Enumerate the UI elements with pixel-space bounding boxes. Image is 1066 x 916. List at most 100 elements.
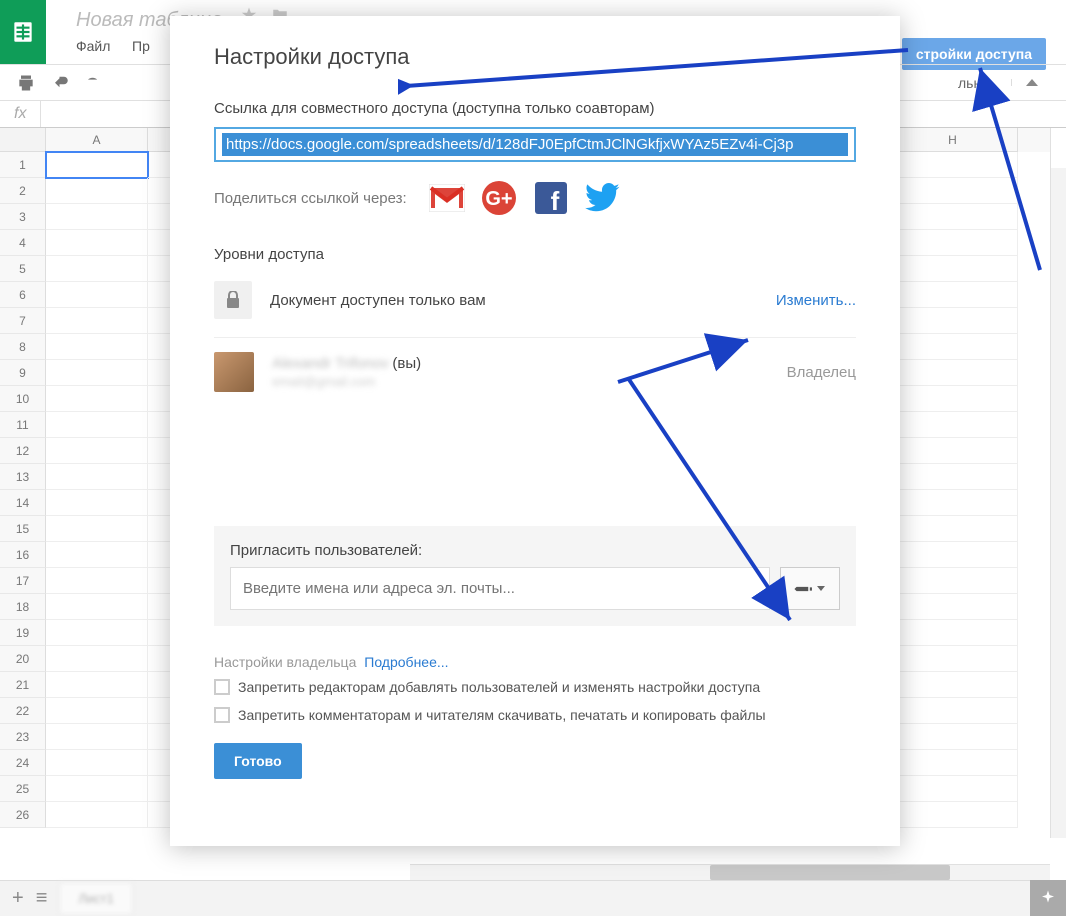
row-header[interactable]: 16 bbox=[0, 542, 46, 568]
access-private-row: Документ доступен только вам Изменить... bbox=[214, 263, 856, 338]
checkbox-restrict-editors[interactable] bbox=[214, 679, 230, 695]
twitter-icon[interactable] bbox=[585, 180, 621, 216]
row-header[interactable]: 2 bbox=[0, 178, 46, 204]
owner-role: Владелец bbox=[787, 364, 856, 381]
checkbox-restrict-editors-label: Запретить редакторам добавлять пользоват… bbox=[238, 678, 760, 698]
row-header[interactable]: 23 bbox=[0, 724, 46, 750]
cell[interactable] bbox=[46, 724, 148, 750]
share-link-label: Ссылка для совместного доступа (доступна… bbox=[214, 100, 856, 117]
row-header[interactable]: 21 bbox=[0, 672, 46, 698]
cell[interactable] bbox=[46, 334, 148, 360]
cell[interactable] bbox=[46, 750, 148, 776]
row-header[interactable]: 8 bbox=[0, 334, 46, 360]
googleplus-icon[interactable]: G+ bbox=[481, 180, 517, 216]
row-header[interactable]: 20 bbox=[0, 646, 46, 672]
cell[interactable] bbox=[46, 516, 148, 542]
menu-edit-partial[interactable]: Пр bbox=[132, 38, 150, 54]
access-levels-title: Уровни доступа bbox=[214, 246, 856, 263]
gmail-icon[interactable] bbox=[429, 180, 465, 216]
row-header[interactable]: 15 bbox=[0, 516, 46, 542]
undo-icon[interactable] bbox=[52, 73, 72, 93]
row-header[interactable]: 9 bbox=[0, 360, 46, 386]
row-header[interactable]: 13 bbox=[0, 464, 46, 490]
cell[interactable] bbox=[46, 594, 148, 620]
row-header[interactable]: 24 bbox=[0, 750, 46, 776]
cell[interactable] bbox=[46, 308, 148, 334]
lock-icon bbox=[214, 281, 252, 319]
invite-section: Пригласить пользователей: bbox=[214, 526, 856, 626]
invite-input[interactable] bbox=[230, 567, 770, 610]
facebook-icon[interactable]: f bbox=[533, 180, 569, 216]
owner-settings-label: Настройки владельца bbox=[214, 654, 356, 670]
row-header[interactable]: 4 bbox=[0, 230, 46, 256]
share-via-label: Поделиться ссылкой через: bbox=[214, 190, 407, 207]
cell[interactable] bbox=[46, 412, 148, 438]
owner-row: Alexandr Trifonov (вы) email@gmail.com В… bbox=[214, 338, 856, 406]
redo-partial[interactable] bbox=[88, 73, 98, 93]
sheet-tabs: + ≡ Лист1 bbox=[0, 880, 1066, 916]
row-header[interactable]: 14 bbox=[0, 490, 46, 516]
cell[interactable] bbox=[46, 256, 148, 282]
cell[interactable] bbox=[46, 776, 148, 802]
cell[interactable] bbox=[46, 386, 148, 412]
row-header[interactable]: 1 bbox=[0, 152, 46, 178]
row-header[interactable]: 3 bbox=[0, 204, 46, 230]
cell[interactable] bbox=[46, 490, 148, 516]
toolbar-right-text[interactable]: льно bbox=[958, 75, 989, 91]
cell[interactable] bbox=[46, 360, 148, 386]
cell[interactable] bbox=[46, 568, 148, 594]
permission-dropdown[interactable] bbox=[780, 567, 840, 610]
cell[interactable] bbox=[46, 464, 148, 490]
row-header[interactable]: 19 bbox=[0, 620, 46, 646]
scrollbar-horizontal[interactable] bbox=[410, 864, 1050, 880]
cell[interactable] bbox=[46, 178, 148, 204]
checkbox-restrict-download[interactable] bbox=[214, 707, 230, 723]
checkbox-restrict-download-label: Запретить комментаторам и читателям скач… bbox=[238, 706, 766, 726]
avatar bbox=[214, 352, 254, 392]
row-header[interactable]: 11 bbox=[0, 412, 46, 438]
col-header-h[interactable]: H bbox=[888, 128, 1018, 152]
done-button[interactable]: Готово bbox=[214, 743, 302, 779]
dialog-title: Настройки доступа bbox=[214, 44, 856, 70]
add-sheet-icon[interactable]: + bbox=[12, 887, 24, 910]
all-sheets-icon[interactable]: ≡ bbox=[36, 887, 48, 910]
invite-label: Пригласить пользователей: bbox=[230, 542, 840, 559]
row-header[interactable]: 18 bbox=[0, 594, 46, 620]
col-header-a[interactable]: A bbox=[46, 128, 148, 152]
row-header[interactable]: 25 bbox=[0, 776, 46, 802]
row-header[interactable]: 12 bbox=[0, 438, 46, 464]
cell[interactable] bbox=[46, 698, 148, 724]
cell[interactable] bbox=[46, 672, 148, 698]
learn-more-link[interactable]: Подробнее... bbox=[364, 654, 448, 670]
row-header[interactable]: 22 bbox=[0, 698, 46, 724]
row-header[interactable]: 6 bbox=[0, 282, 46, 308]
row-header[interactable]: 17 bbox=[0, 568, 46, 594]
cell[interactable] bbox=[46, 620, 148, 646]
fx-label: fx bbox=[0, 101, 41, 127]
row-header[interactable]: 5 bbox=[0, 256, 46, 282]
share-link-input[interactable] bbox=[222, 133, 848, 156]
sheet-tab[interactable]: Лист1 bbox=[59, 882, 132, 915]
cell[interactable] bbox=[46, 646, 148, 672]
print-icon[interactable] bbox=[16, 73, 36, 93]
share-dialog: Настройки доступа Ссылка для совместного… bbox=[170, 16, 900, 846]
menu-file[interactable]: Файл bbox=[76, 38, 110, 54]
svg-text:G+: G+ bbox=[485, 188, 512, 210]
cell[interactable] bbox=[46, 438, 148, 464]
cell[interactable] bbox=[46, 204, 148, 230]
access-private-text: Документ доступен только вам bbox=[270, 292, 776, 309]
sheets-logo bbox=[0, 0, 46, 64]
cell[interactable] bbox=[46, 230, 148, 256]
svg-text:f: f bbox=[550, 186, 559, 214]
row-header[interactable]: 26 bbox=[0, 802, 46, 828]
row-header[interactable]: 7 bbox=[0, 308, 46, 334]
change-access-link[interactable]: Изменить... bbox=[776, 292, 856, 309]
cell[interactable] bbox=[46, 802, 148, 828]
cell[interactable] bbox=[46, 152, 148, 178]
explore-button[interactable] bbox=[1030, 880, 1066, 916]
cell[interactable] bbox=[46, 542, 148, 568]
scrollbar-vertical[interactable] bbox=[1050, 128, 1066, 838]
chevron-up-icon[interactable] bbox=[1026, 79, 1038, 86]
cell[interactable] bbox=[46, 282, 148, 308]
row-header[interactable]: 10 bbox=[0, 386, 46, 412]
